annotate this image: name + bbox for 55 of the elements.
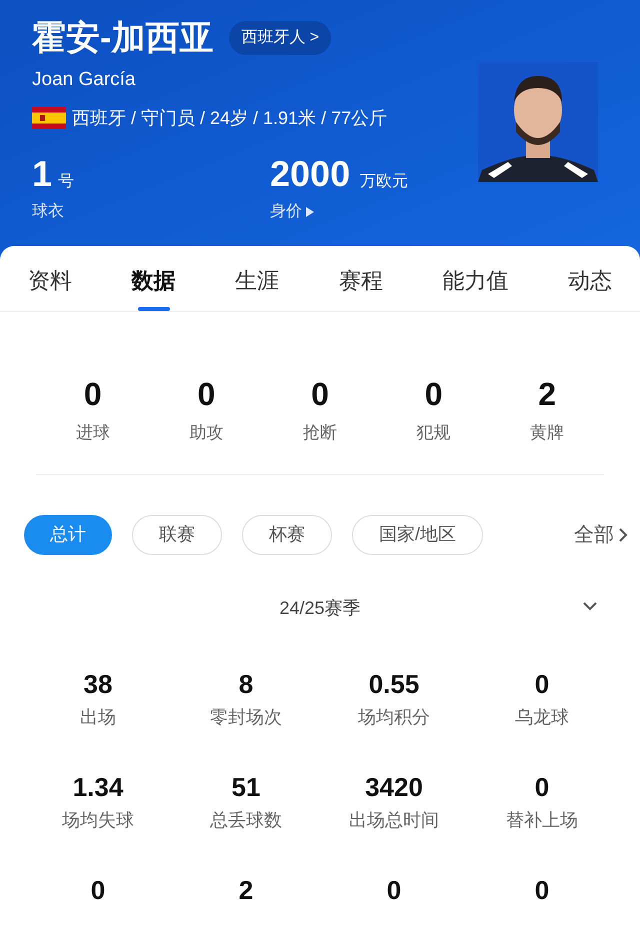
stat-value: 0.55	[368, 668, 420, 700]
stat-value: 2	[238, 874, 254, 906]
stat-label: 乌龙球	[515, 706, 569, 728]
market-value: 2000	[270, 154, 350, 194]
stat-label: 替补上场	[506, 808, 578, 832]
stat-value: 0	[90, 874, 106, 906]
stat-label: 零封场次	[210, 706, 282, 728]
stat-value: 0	[424, 375, 442, 414]
shirt-unit: 号	[58, 172, 74, 192]
stat-value: 3420	[365, 770, 423, 802]
stat-value: 0	[534, 874, 550, 906]
stat-value: 38	[84, 668, 112, 700]
caret-icon	[306, 206, 314, 216]
tab[interactable]: 生涯	[235, 264, 280, 311]
filter-chip[interactable]: 杯赛	[242, 514, 332, 554]
stat-label: 助攻	[189, 422, 224, 444]
stat-value: 2	[538, 375, 556, 414]
stat-value: 0	[534, 770, 550, 802]
stat-value: 1.34	[72, 770, 124, 802]
chevron-right-icon	[618, 526, 628, 542]
stat-label: 抢断	[302, 422, 337, 444]
stat-label: 进球	[76, 422, 110, 444]
shirt-label: 球衣	[32, 202, 65, 222]
player-english-name: Joan García	[32, 68, 136, 92]
tab[interactable]: 资料	[28, 264, 72, 311]
flag-icon	[32, 107, 66, 129]
season-selector[interactable]: 24/25赛季	[279, 594, 361, 622]
market-value-label: 身价	[270, 202, 302, 222]
market-value-unit: 万欧元	[360, 172, 408, 192]
stat-label: 黄牌	[530, 422, 564, 444]
stat-value: 0	[311, 375, 329, 414]
stat-label: 出场	[80, 706, 116, 728]
stat-value: 0	[534, 668, 550, 700]
tab[interactable]: 赛程	[338, 264, 383, 311]
chevron-down-icon[interactable]	[582, 600, 598, 610]
player-info: 西班牙 / 守门员 / 24岁 / 1.91米 / 77公斤	[72, 106, 388, 130]
tab[interactable]: 动态	[568, 264, 612, 311]
stat-label: 场均积分	[358, 706, 430, 728]
player-name: 霍安-加西亚	[32, 18, 214, 58]
stat-value: 51	[232, 770, 260, 802]
stat-value: 0	[84, 375, 102, 414]
stat-value: 8	[238, 668, 254, 700]
shirt-number: 1	[32, 154, 52, 194]
stat-value: 0	[197, 375, 216, 414]
stat-value: 0	[386, 874, 402, 906]
stat-label: 总丢球数	[210, 808, 282, 832]
all-filter-link[interactable]: 全部	[574, 520, 628, 550]
filter-chip[interactable]: 国家/地区	[352, 514, 484, 554]
club-link[interactable]: 西班牙人 >	[229, 21, 332, 55]
stat-label: 出场总时间	[349, 808, 439, 832]
stat-label: 场均失球	[62, 808, 134, 832]
tab[interactable]: 数据	[132, 264, 176, 311]
tab[interactable]: 能力值	[442, 264, 508, 311]
filter-chip[interactable]: 联赛	[132, 514, 222, 554]
stat-label: 犯规	[416, 422, 451, 444]
